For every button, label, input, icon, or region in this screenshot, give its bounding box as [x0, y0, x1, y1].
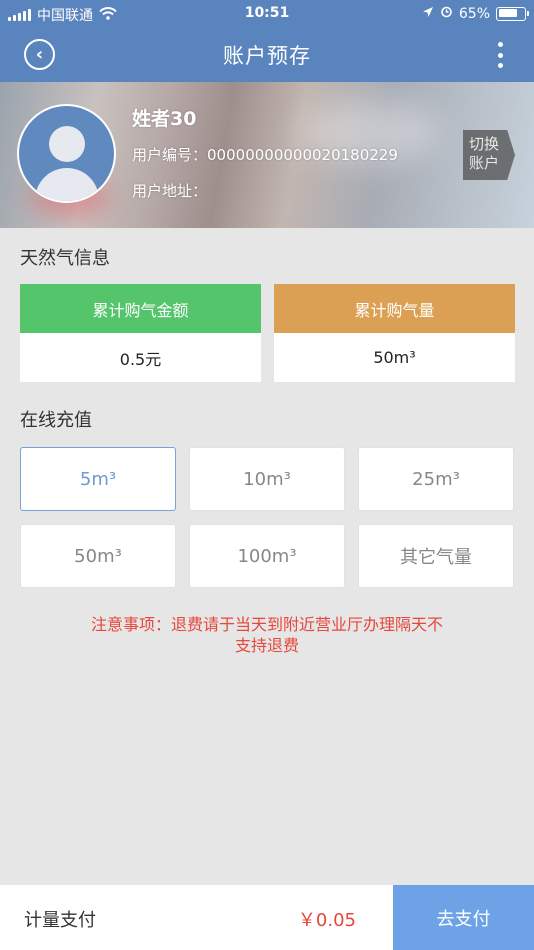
total-volume-card: 累计购气量 50m³ [274, 284, 515, 382]
gas-info-title: 天然气信息 [20, 248, 110, 269]
status-bar: 中国联通 10:51 65% [0, 0, 534, 28]
switch-label-2: 账户 [469, 154, 500, 172]
user-name: 姓者30 [132, 108, 197, 130]
user-id-label: 用户编号： [132, 146, 208, 164]
nav-bar: ‹ 账户预存 [0, 28, 534, 82]
recharge-title: 在线充值 [20, 410, 92, 431]
location-icon [422, 6, 434, 22]
alarm-icon [440, 5, 453, 22]
user-id-value: 00000000000020180229 [207, 146, 398, 164]
payment-bar: 计量支付 ￥0.05 去支付 [0, 885, 534, 950]
recharge-option-10[interactable]: 10m³ [189, 447, 345, 511]
recharge-option-100[interactable]: 100m³ [189, 524, 345, 588]
switch-account-button[interactable]: 切换 账户 [463, 130, 515, 180]
notice-line-1: 注意事项：退费请于当天到附近营业厅办理隔天不 [90, 615, 443, 634]
user-id-row: 用户编号：00000000000020180229 [132, 144, 398, 165]
battery-percent: 65% [458, 5, 490, 22]
avatar [17, 104, 116, 203]
recharge-option-25[interactable]: 25m³ [358, 447, 514, 511]
total-amount-value: 0.5元 [119, 349, 162, 369]
total-volume-label: 累计购气量 [274, 284, 515, 333]
page-title: 账户预存 [223, 44, 311, 68]
payment-amount: ￥0.05 [297, 910, 356, 931]
switch-label-1: 切换 [469, 135, 500, 153]
user-address-row: 用户地址： [132, 180, 207, 201]
more-menu-icon[interactable] [496, 42, 504, 68]
refund-notice: 注意事项：退费请于当天到附近营业厅办理隔天不 支持退费 [40, 614, 494, 656]
recharge-option-5[interactable]: 5m³ [20, 447, 176, 511]
payment-label: 计量支付 [24, 910, 96, 931]
recharge-option-50[interactable]: 50m³ [20, 524, 176, 588]
profile-banner: 姓者30 用户编号：00000000000020180229 用户地址： 切换 … [0, 82, 534, 228]
pay-button[interactable]: 去支付 [393, 885, 534, 950]
battery-icon [496, 6, 529, 21]
total-volume-value: 50m³ [373, 348, 416, 367]
status-right: 65% [422, 5, 529, 22]
top-bar: 中国联通 10:51 65% ‹ 账户预存 [0, 0, 534, 82]
user-address-label: 用户地址： [132, 182, 208, 200]
total-amount-label: 累计购气金额 [20, 284, 261, 333]
recharge-option-other[interactable]: 其它气量 [358, 524, 514, 588]
notice-line-2: 支持退费 [234, 636, 299, 655]
total-amount-card: 累计购气金额 0.5元 [20, 284, 261, 382]
